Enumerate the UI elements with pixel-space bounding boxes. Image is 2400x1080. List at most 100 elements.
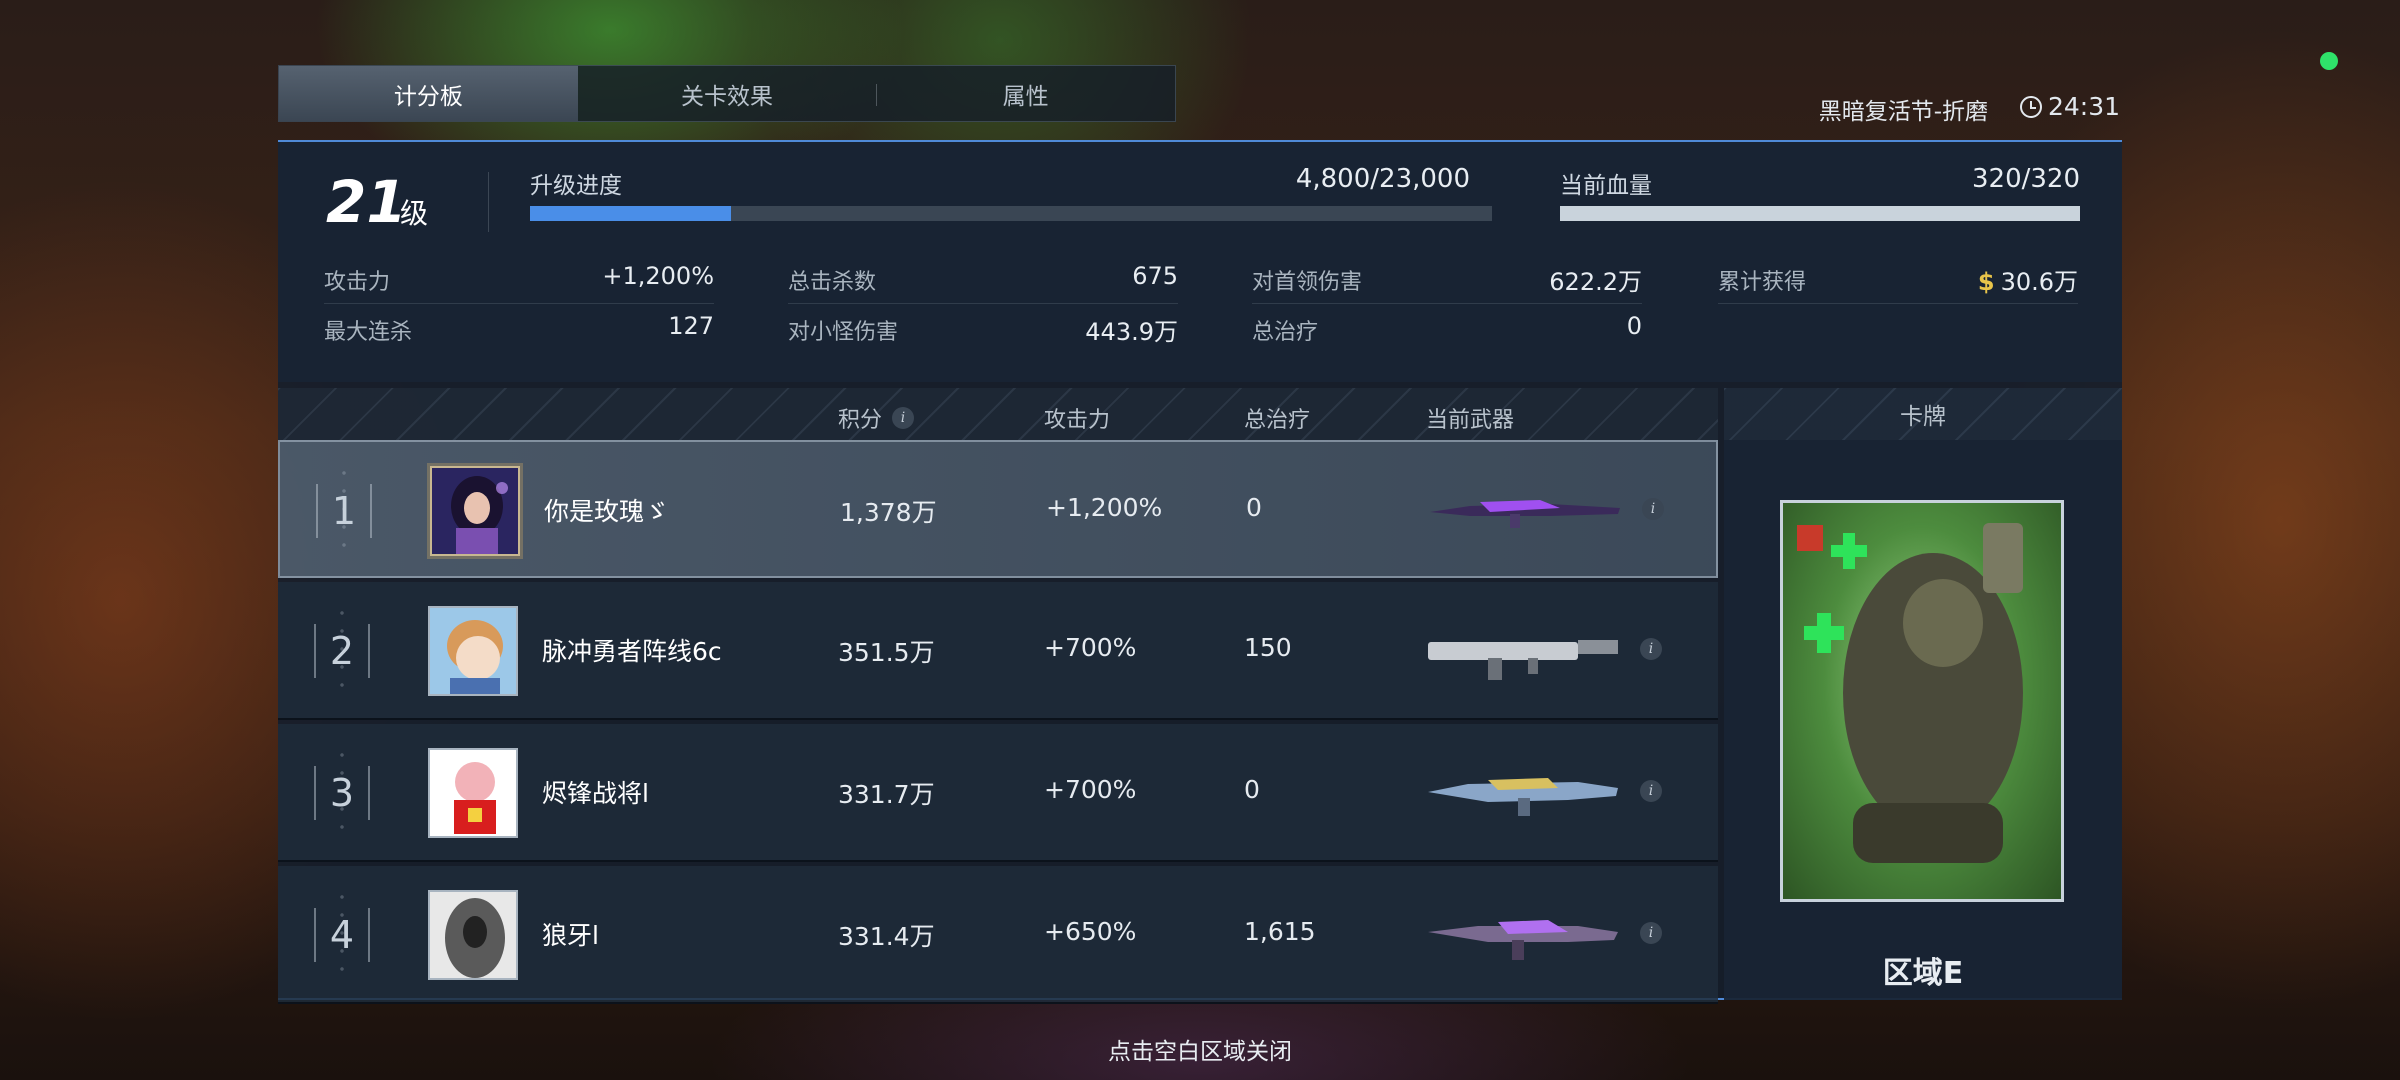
tab-divider [876, 84, 878, 106]
player-score: 331.7万 [838, 780, 935, 809]
stat-label: 总治疗 [1252, 320, 1319, 345]
stat-value: 127 [668, 312, 714, 340]
stat-label: 攻击力 [324, 270, 391, 295]
stat-value: 443.9万 [1085, 318, 1178, 346]
progress-bar [530, 206, 1492, 221]
weapon-info-icon[interactable]: i [1640, 780, 1662, 802]
stat-total-kills: 总击杀数 675 [788, 262, 1178, 304]
col-label: 总治疗 [1244, 408, 1311, 433]
card-header: 卡牌 [1724, 388, 2122, 440]
weapon-image [1428, 618, 1618, 684]
tab-label: 关卡效果 [681, 83, 773, 110]
weapon-image [1428, 902, 1618, 968]
col-score: 积分 i [838, 402, 915, 434]
stat-value: +1,200% [602, 262, 714, 290]
clock-icon [2020, 95, 2042, 118]
col-label: 积分 [838, 408, 883, 433]
tab-bar: 计分板 关卡效果 属性 [278, 65, 1176, 122]
tab-label: 计分板 [393, 83, 463, 110]
player-name: 烬锋战将l [542, 779, 649, 808]
stat-label: 对首领伤害 [1252, 270, 1363, 295]
col-label: 当前武器 [1426, 408, 1515, 433]
tab-stage-effects[interactable]: 关卡效果 [578, 66, 877, 121]
rank-number: 4 [314, 908, 370, 962]
player-heal: 150 [1244, 633, 1292, 662]
info-icon[interactable]: i [892, 407, 915, 429]
progress-value: 4,800/23,000 [1295, 164, 1470, 194]
rank-number: 1 [316, 484, 372, 538]
table-row[interactable]: 1 你是玫瑰ゞ 1,378万 +1,200% 0 i [278, 440, 1718, 578]
player-attack: +700% [1044, 775, 1137, 804]
table-row[interactable]: 3 烬锋战将l 331.7万 +700% 0 i [278, 724, 1718, 862]
avatar[interactable] [430, 466, 520, 556]
close-hint[interactable]: 点击空白区域关闭 [0, 1032, 2400, 1066]
rank-number: 2 [314, 624, 370, 678]
player-score: 1,378万 [840, 498, 937, 527]
table-row[interactable]: 4 狼牙l 331.4万 +650% 1,615 i [278, 866, 1718, 1004]
tab-attributes[interactable]: 属性 [876, 66, 1175, 121]
stat-value: 675 [1132, 262, 1178, 290]
hp-fill [1560, 206, 2080, 221]
player-attack: +650% [1044, 917, 1137, 946]
players-table: 积分 i 攻击力 总治疗 当前武器 1 你是玫瑰ゞ 1,378万 +1,200% … [278, 388, 1718, 1004]
player-score: 351.5万 [838, 638, 935, 667]
player-heal: 0 [1244, 775, 1260, 804]
card-name: 区域E [1882, 956, 1964, 991]
level-suffix: 级 [400, 197, 429, 230]
weapon-image [1430, 478, 1620, 544]
stat-value: 0 [1626, 312, 1642, 340]
stat-label: 累计获得 [1718, 270, 1807, 295]
timer-value: 24:31 [2048, 92, 2121, 121]
rank-number: 3 [314, 766, 370, 820]
tab-scoreboard[interactable]: 计分板 [279, 66, 578, 121]
stat-label: 最大连杀 [324, 320, 413, 345]
player-level: 21 [326, 168, 407, 236]
stat-value-wrap: $30.6万 [1978, 262, 2078, 297]
stat-minion-damage: 对小怪伤害 443.9万 [788, 314, 1178, 354]
player-name: 脉冲勇者阵线6c [542, 637, 722, 666]
table-row[interactable]: 2 脉冲勇者阵线6c 351.5万 +700% 150 i [278, 582, 1718, 720]
player-name: 你是玫瑰ゞ [544, 497, 670, 526]
status-indicator [2320, 52, 2338, 70]
stat-label: 总击杀数 [788, 270, 877, 295]
weapon-info-icon[interactable]: i [1640, 638, 1662, 660]
player-name: 狼牙l [542, 921, 599, 950]
weapon-info-icon[interactable]: i [1640, 922, 1662, 944]
stat-label: 对小怪伤害 [788, 320, 899, 345]
col-weapon: 当前武器 [1426, 402, 1514, 434]
card-panel: 卡牌 区域E [1724, 388, 2122, 1000]
hp-value: 320/320 [1971, 164, 2080, 194]
stat-boss-damage: 对首领伤害 622.2万 [1252, 264, 1642, 304]
col-heal: 总治疗 [1244, 402, 1310, 434]
player-stats: 21 级 升级进度 4,800/23,000 当前血量 320/320 攻击力 … [278, 142, 2122, 382]
avatar[interactable] [428, 890, 518, 980]
tab-label: 属性 [1002, 83, 1049, 110]
stat-value: 30.6万 [2000, 268, 2078, 296]
player-attack: +700% [1044, 633, 1137, 662]
col-label: 攻击力 [1044, 408, 1111, 433]
progress-label: 升级进度 [530, 173, 622, 199]
stat-total-heal: 总治疗 0 [1252, 312, 1642, 354]
avatar[interactable] [428, 606, 518, 696]
avatar[interactable] [428, 748, 518, 838]
stat-total-earned: 累计获得 $30.6万 [1718, 264, 2078, 304]
col-attack: 攻击力 [1044, 402, 1110, 434]
stage-name: 黑暗复活节-折磨 [1818, 99, 1988, 125]
player-attack: +1,200% [1046, 493, 1163, 522]
weapon-image [1428, 760, 1618, 826]
stat-max-streak: 最大连杀 127 [324, 312, 714, 354]
stat-value: 622.2万 [1549, 268, 1642, 296]
hp-label: 当前血量 [1560, 173, 1652, 199]
player-heal: 1,615 [1244, 917, 1316, 946]
divider [488, 172, 489, 232]
player-score: 331.4万 [838, 922, 935, 951]
progress-fill [530, 206, 732, 221]
weapon-info-icon[interactable]: i [1642, 498, 1664, 520]
stat-attack: 攻击力 +1,200% [324, 262, 714, 304]
card-image[interactable] [1780, 500, 2064, 902]
table-header: 积分 i 攻击力 总治疗 当前武器 [278, 388, 1718, 440]
player-heal: 0 [1246, 493, 1262, 522]
hp-bar [1560, 206, 2080, 221]
currency-icon: $ [1977, 268, 1995, 296]
scoreboard-panel: 21 级 升级进度 4,800/23,000 当前血量 320/320 攻击力 … [278, 140, 2122, 1004]
